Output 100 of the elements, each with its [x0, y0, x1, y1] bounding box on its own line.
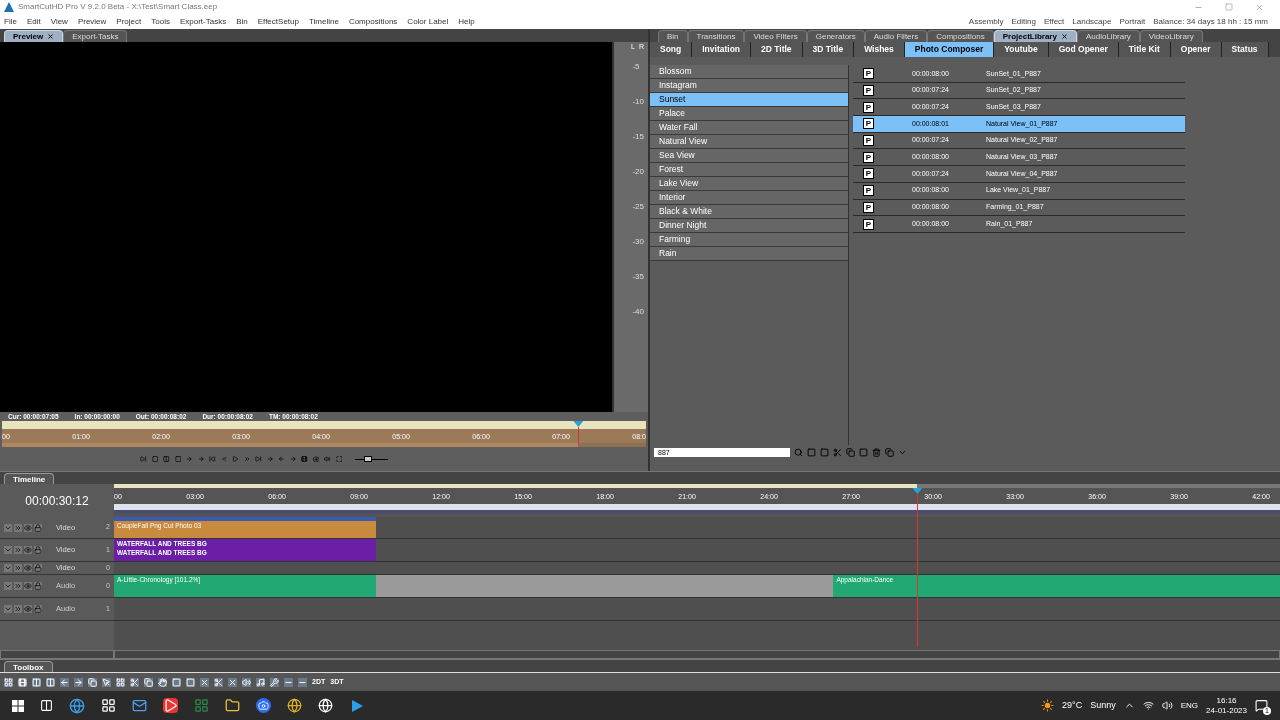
- tool-icon[interactable]: [60, 677, 69, 687]
- folder-icon[interactable]: [225, 698, 240, 713]
- panel-tab[interactable]: Compositions: [927, 30, 994, 42]
- category-tab[interactable]: Song: [650, 42, 693, 57]
- panel-tab[interactable]: VideoLibrary: [1139, 30, 1203, 42]
- playhead-line[interactable]: [912, 488, 923, 647]
- group-item[interactable]: Lake View: [650, 177, 848, 191]
- track-control-icon[interactable]: [34, 523, 42, 532]
- menu-item[interactable]: View: [50, 15, 68, 28]
- workspace-link[interactable]: Assembly: [968, 15, 1004, 28]
- group-item[interactable]: Black & White: [650, 205, 848, 219]
- workspace-link[interactable]: Effect: [1044, 15, 1065, 28]
- track-control-icon[interactable]: [34, 564, 42, 572]
- track-control-icon[interactable]: [24, 523, 32, 532]
- workspace-link[interactable]: Portrait: [1119, 15, 1146, 28]
- tool-icon[interactable]: [4, 677, 13, 687]
- transport-icon[interactable]: [312, 454, 320, 464]
- track-control-icon[interactable]: [4, 582, 12, 590]
- tool-icon[interactable]: [88, 677, 97, 687]
- group-item[interactable]: Instagram: [650, 79, 848, 93]
- group-item[interactable]: Natural View: [650, 135, 848, 149]
- toolbar-icon[interactable]: [833, 447, 842, 457]
- category-tab[interactable]: 2D Title: [751, 42, 803, 57]
- tool-icon[interactable]: [144, 677, 153, 687]
- category-tab[interactable]: God Opener: [1048, 42, 1119, 57]
- video-call-icon[interactable]: [256, 698, 271, 713]
- group-item[interactable]: Farming: [650, 233, 848, 247]
- panel-tab[interactable]: Bin: [658, 30, 688, 42]
- category-tab[interactable]: Status: [1221, 42, 1269, 57]
- tool-icon[interactable]: [116, 677, 125, 687]
- transport-icon[interactable]: [174, 454, 182, 464]
- workspace-link[interactable]: Editing: [1011, 15, 1036, 28]
- tool-icon[interactable]: [284, 677, 293, 687]
- network-icon[interactable]: [1142, 700, 1154, 711]
- panel-tab[interactable]: Video Filters: [744, 30, 807, 42]
- category-tab[interactable]: Wishes: [854, 42, 905, 57]
- transport-icon[interactable]: [278, 454, 285, 464]
- panel-tab[interactable]: AudioLibrary: [1076, 30, 1140, 42]
- track-control-icon[interactable]: [34, 546, 42, 554]
- menu-item[interactable]: Timeline: [308, 15, 339, 28]
- volume-icon[interactable]: [1161, 700, 1173, 711]
- panel-tab[interactable]: Export-Tasks: [63, 30, 128, 42]
- tool-icon[interactable]: [200, 677, 209, 687]
- tool-icon[interactable]: [32, 677, 41, 687]
- tool-icon[interactable]: [74, 677, 83, 687]
- language-text[interactable]: ENG: [1180, 699, 1199, 712]
- transport-icon[interactable]: [255, 454, 262, 464]
- transport-icon[interactable]: [301, 454, 308, 464]
- tool-icon[interactable]: [256, 677, 265, 687]
- track-control-icon[interactable]: [14, 564, 22, 572]
- transport-icon[interactable]: [232, 454, 239, 464]
- track-control-icon[interactable]: [14, 582, 22, 590]
- tool-icon[interactable]: [102, 677, 111, 687]
- editor-app-icon[interactable]: [349, 697, 365, 714]
- panel-tab[interactable]: ProjectLibrary: [993, 30, 1077, 42]
- menu-item[interactable]: EffectSetup: [257, 15, 299, 28]
- group-item[interactable]: Water Fall: [650, 121, 848, 135]
- transport-icon[interactable]: [335, 454, 343, 464]
- track-control-icon[interactable]: [14, 605, 22, 613]
- tool-icon[interactable]: [158, 677, 167, 687]
- tool-icon[interactable]: [228, 677, 237, 687]
- category-tab[interactable]: Title Kit: [1118, 42, 1171, 57]
- track-control-icon[interactable]: [24, 564, 32, 572]
- track-control-icon[interactable]: [24, 546, 32, 554]
- transport-icon[interactable]: [197, 454, 205, 464]
- transport-icon[interactable]: [151, 454, 159, 464]
- weather-icon[interactable]: [1041, 699, 1055, 712]
- menu-item[interactable]: Compositions: [348, 15, 398, 28]
- menu-item[interactable]: Tools: [151, 15, 170, 28]
- track-control-icon[interactable]: [14, 523, 22, 532]
- group-item[interactable]: Sunset: [650, 93, 848, 107]
- transport-icon[interactable]: [324, 454, 331, 464]
- transport-icon[interactable]: [289, 454, 297, 464]
- toolbar-icon[interactable]: [846, 447, 855, 457]
- group-item[interactable]: Sea View: [650, 149, 848, 163]
- transport-icon[interactable]: [243, 454, 251, 464]
- workspace-link[interactable]: Landscape: [1072, 15, 1112, 28]
- tool-icon[interactable]: [298, 677, 307, 687]
- menu-item[interactable]: Preview: [77, 15, 107, 28]
- zoom-scrollbar[interactable]: [0, 650, 114, 659]
- menu-item[interactable]: Export-Tasks: [179, 15, 227, 28]
- horizontal-scrollbar[interactable]: [114, 650, 1280, 659]
- tool-icon[interactable]: [242, 677, 251, 687]
- group-item[interactable]: Palace: [650, 107, 848, 121]
- close-icon[interactable]: [47, 33, 55, 40]
- group-item[interactable]: Rain: [650, 247, 848, 261]
- panel-tab[interactable]: Audio Filters: [864, 30, 928, 42]
- mail-icon[interactable]: [132, 698, 147, 713]
- menu-item[interactable]: Project: [116, 15, 142, 28]
- playhead-marker[interactable]: [573, 421, 584, 445]
- track-control-icon[interactable]: [4, 523, 12, 532]
- category-tab[interactable]: Photo Composer: [904, 42, 995, 57]
- group-item[interactable]: Dinner Night: [650, 219, 848, 233]
- panel-tab[interactable]: Toolbox: [4, 661, 53, 672]
- menu-item[interactable]: Color Label: [407, 15, 449, 28]
- windows-start-icon[interactable]: [12, 699, 24, 712]
- group-item[interactable]: Forest: [650, 163, 848, 177]
- track-control-icon[interactable]: [4, 546, 12, 554]
- transport-icon[interactable]: [220, 454, 228, 464]
- track-control-icon[interactable]: [4, 564, 12, 572]
